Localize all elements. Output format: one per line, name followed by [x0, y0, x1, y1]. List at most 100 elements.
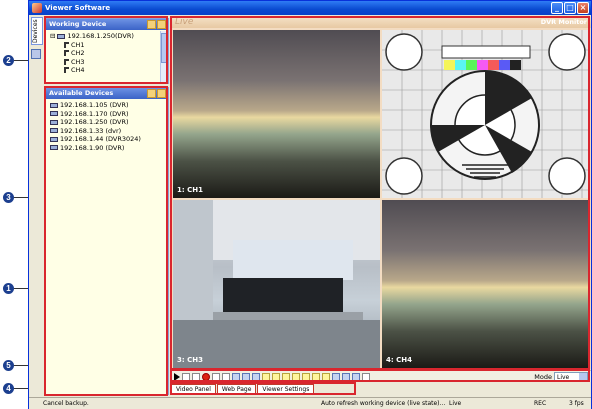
dvr-icon — [57, 33, 66, 39]
status-rec: REC — [534, 400, 547, 407]
side-tabs: Devices — [31, 17, 44, 397]
layout-16-icon[interactable] — [322, 372, 330, 381]
camera-view-1[interactable]: 1: CH1 — [173, 30, 380, 198]
channel-label: CH2 — [71, 49, 85, 57]
callout-3: 3 — [3, 192, 14, 203]
dvr-icon — [50, 111, 58, 117]
layout-4-icon[interactable] — [262, 372, 270, 381]
pause-icon[interactable] — [192, 372, 200, 381]
mode-select[interactable]: Live — [554, 372, 588, 381]
close-icon[interactable]: × — [577, 2, 589, 14]
dvr-icon — [50, 102, 58, 108]
tab-web-page[interactable]: Web Page — [216, 384, 257, 395]
live-header: Live DVR Monitor — [171, 17, 591, 28]
camera-icon — [64, 67, 69, 74]
stop-icon[interactable] — [182, 372, 190, 381]
working-device-panel: Working Device ⊟ 192.168.1.250(DVR) CH1 … — [45, 18, 169, 84]
working-device-title: Working Device — [49, 20, 107, 28]
refresh-icon[interactable] — [157, 20, 166, 29]
camera-view-4[interactable]: 4: CH4 — [382, 200, 589, 368]
available-devices-title: Available Devices — [49, 89, 114, 97]
working-device-label: 192.168.1.250(DVR) — [67, 32, 134, 40]
camera-icon — [64, 41, 69, 48]
dvr-monitor-label: DVR Monitor — [540, 18, 587, 26]
callout-2: 2 — [3, 55, 14, 66]
refresh-icon[interactable] — [157, 89, 166, 98]
record-icon[interactable] — [202, 372, 210, 381]
channel-item[interactable]: CH2 — [50, 49, 164, 58]
available-devices-panel: Available Devices 192.168.1.105 (DVR) 19… — [45, 87, 169, 395]
maximize-icon[interactable]: □ — [564, 2, 576, 14]
device-label: 192.168.1.250 (DVR) — [60, 118, 129, 126]
title-bar: Viewer Software _ □ × — [29, 1, 591, 15]
callout-1: 1 — [3, 283, 14, 294]
tab-video-panel[interactable]: Video Panel — [171, 384, 216, 395]
office-image — [173, 200, 380, 368]
layout-8-icon[interactable] — [282, 372, 290, 381]
ptz-icon[interactable] — [342, 372, 350, 381]
dvr-icon — [50, 145, 58, 151]
info-icon[interactable] — [362, 372, 370, 381]
tab-viewer-settings[interactable]: Viewer Settings — [257, 384, 315, 395]
fullscreen-icon[interactable] — [242, 372, 250, 381]
channel-item[interactable]: CH1 — [50, 41, 164, 50]
app-window: Viewer Software _ □ × Devices Working De… — [28, 0, 592, 409]
status-bar: Cancel backup. Auto refresh working devi… — [29, 397, 591, 409]
device-item[interactable]: 192.168.1.90 (DVR) — [50, 144, 164, 153]
live-title: Live — [175, 17, 194, 27]
status-message: Auto refresh working device (live state)… — [321, 400, 446, 407]
layout-custom-icon[interactable] — [332, 372, 340, 381]
device-label: 192.168.1.90 (DVR) — [60, 143, 125, 152]
camera-view-3[interactable]: 3: CH3 — [173, 200, 380, 368]
layout-10-icon[interactable] — [302, 372, 310, 381]
working-device-header: Working Device — [46, 19, 168, 30]
device-item[interactable]: 192.168.1.33 (dvr) — [50, 127, 164, 136]
camera-grid: 1: CH1 3: CH3 4: CH4 — [173, 30, 589, 368]
network-icon[interactable] — [31, 49, 41, 59]
channel-item[interactable]: CH4 — [50, 66, 164, 75]
device-settings-icon[interactable] — [147, 20, 156, 29]
step-icon[interactable] — [212, 372, 220, 381]
camera-label: 3: CH3 — [177, 356, 203, 364]
working-device-root[interactable]: ⊟ 192.168.1.250(DVR) — [50, 32, 164, 41]
device-item[interactable]: 192.168.1.105 (DVR) — [50, 101, 164, 110]
camera-view-2[interactable] — [382, 30, 589, 198]
device-item[interactable]: 192.168.1.44 (DVR3024) — [50, 135, 164, 144]
camera-icon — [64, 58, 69, 65]
camera-label: 1: CH1 — [177, 186, 203, 194]
live-view: Live DVR Monitor 1: CH1 3: CH3 4: CH4 — [171, 17, 591, 369]
status-left: Cancel backup. — [43, 400, 89, 407]
app-icon — [32, 3, 42, 13]
bottom-tabs: Video Panel Web Page Viewer Settings — [171, 384, 315, 395]
camera-icon — [64, 50, 69, 57]
mode-label: Mode — [534, 372, 552, 381]
snapshot-icon[interactable] — [232, 372, 240, 381]
mode-value: Live — [557, 374, 570, 381]
channel-item[interactable]: CH3 — [50, 58, 164, 67]
working-device-scrollbar[interactable] — [160, 31, 167, 83]
tab-devices[interactable]: Devices — [31, 17, 43, 45]
layout-6-icon[interactable] — [272, 372, 280, 381]
layout-13-icon[interactable] — [312, 372, 320, 381]
layout-1-icon[interactable] — [252, 372, 260, 381]
playback-toolbar: Mode Live — [171, 370, 591, 382]
dvr-icon — [50, 136, 58, 142]
device-item[interactable]: 192.168.1.170 (DVR) — [50, 110, 164, 119]
collapse-icon: ⊟ — [50, 32, 56, 40]
scroll-thumb[interactable] — [161, 33, 167, 63]
test-pattern-image — [382, 30, 589, 198]
window-controls: _ □ × — [551, 2, 589, 14]
filter-icon[interactable] — [147, 89, 156, 98]
play-icon[interactable] — [174, 372, 180, 381]
available-devices-header: Available Devices — [46, 88, 168, 99]
channel-label: CH4 — [71, 66, 85, 74]
device-item[interactable]: 192.168.1.250 (DVR) — [50, 118, 164, 127]
channel-label: CH1 — [71, 40, 85, 49]
zoom-icon[interactable] — [352, 372, 360, 381]
dvr-icon — [50, 128, 58, 134]
audio-icon[interactable] — [222, 372, 230, 381]
device-label: 192.168.1.105 (DVR) — [60, 101, 129, 109]
layout-9-icon[interactable] — [292, 372, 300, 381]
minimize-icon[interactable]: _ — [551, 2, 563, 14]
camera-label: 4: CH4 — [386, 356, 412, 364]
